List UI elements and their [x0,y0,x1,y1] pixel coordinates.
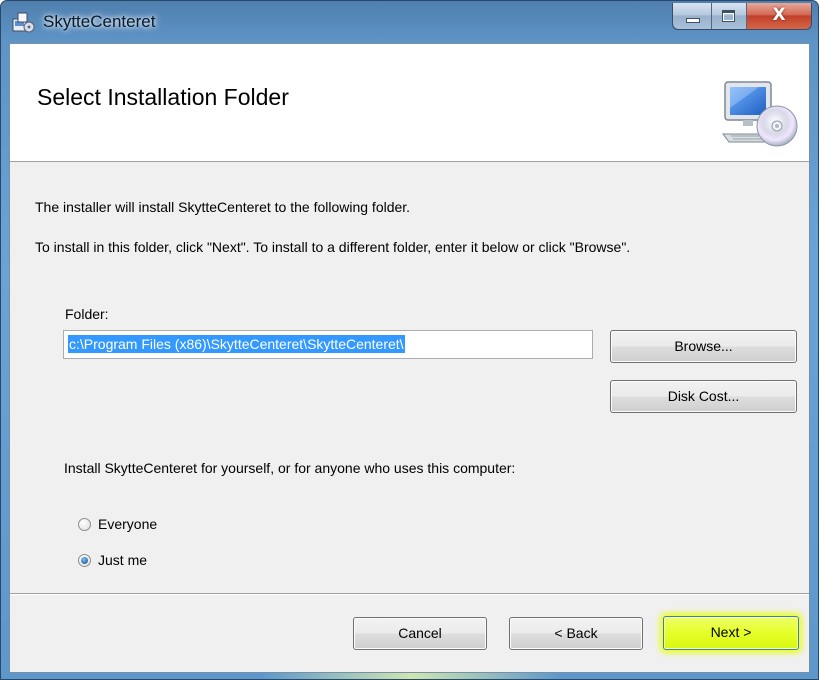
close-button[interactable]: X [747,3,811,29]
radio-just-me[interactable]: Just me [78,552,147,568]
computer-disc-icon [722,81,798,147]
instruction-text: To install in this folder, click "Next".… [35,239,631,255]
folder-path-value: c:\Program Files (x86)\SkytteCenteret\Sk… [68,335,405,353]
minimize-icon [686,18,700,23]
maximize-button[interactable] [712,3,747,29]
installer-window: SkytteCenteret X Select Installation Fol… [0,0,819,680]
cancel-button[interactable]: Cancel [353,617,487,650]
radio-everyone[interactable]: Everyone [78,516,157,532]
window-title: SkytteCenteret [43,12,156,31]
next-button[interactable]: Next > [663,616,799,650]
radio-everyone-indicator[interactable] [78,517,91,531]
header-banner: Select Installation Folder [10,44,809,162]
installer-app-icon [12,12,35,33]
intro-text: The installer will install SkytteCentere… [35,199,411,215]
install-scope-question: Install SkytteCenteret for yourself, or … [64,460,516,476]
page-title: Select Installation Folder [37,84,289,110]
taskbar-glow [261,673,561,679]
radio-everyone-label: Everyone [98,516,158,532]
disk-cost-button[interactable]: Disk Cost... [610,380,797,413]
footer-separator [10,593,809,595]
folder-label: Folder: [65,306,109,322]
caption-buttons: X [672,3,812,30]
radio-just-me-label: Just me [98,552,148,568]
title-bar[interactable]: SkytteCenteret X [1,1,818,43]
close-icon: X [772,5,786,25]
dialog-client-area: Select Installation Folder The installer… [9,43,810,673]
browse-button[interactable]: Browse... [610,330,797,363]
radio-just-me-indicator[interactable] [78,553,91,567]
back-button[interactable]: < Back [509,617,643,650]
folder-path-input[interactable]: c:\Program Files (x86)\SkytteCenteret\Sk… [63,330,593,359]
minimize-button[interactable] [673,3,712,29]
maximize-icon [722,10,735,22]
